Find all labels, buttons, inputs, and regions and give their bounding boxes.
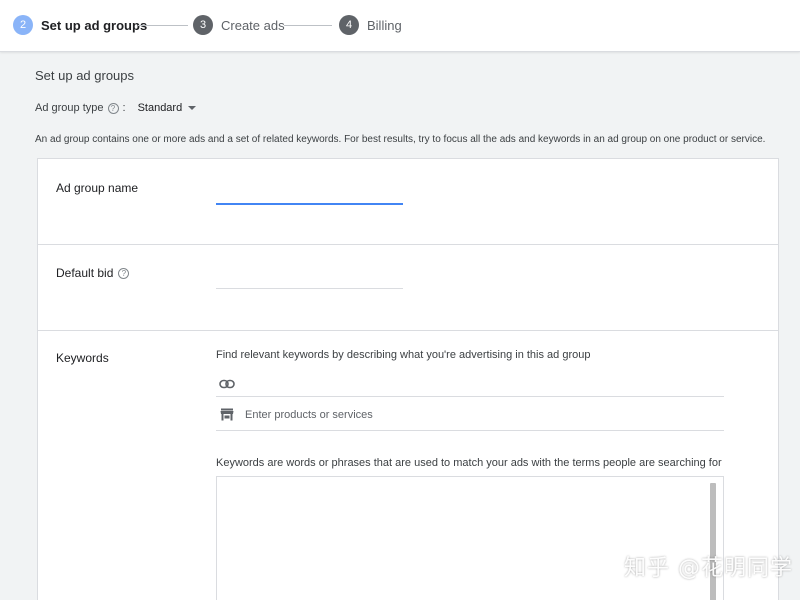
step-number: 4 xyxy=(339,15,359,35)
keywords-description: Keywords are words or phrases that are u… xyxy=(216,457,722,469)
ad-group-intro: An ad group contains one or more ads and… xyxy=(35,134,766,145)
page-title: Set up ad groups xyxy=(35,68,135,83)
textarea-scrollbar[interactable] xyxy=(710,483,716,600)
step-create-ads[interactable]: 3 Create ads xyxy=(193,15,285,35)
ad-group-card: Ad group name Default bid ? Keywords Fin… xyxy=(37,158,779,600)
ad-group-name-input[interactable] xyxy=(216,183,403,205)
default-bid-input[interactable] xyxy=(216,267,403,289)
store-icon xyxy=(219,407,235,423)
step-label: Create ads xyxy=(221,17,285,33)
ad-group-name-label: Ad group name xyxy=(56,181,139,195)
url-input-row xyxy=(216,371,724,397)
keywords-label: Keywords xyxy=(56,351,109,365)
ad-group-type-label: Ad group type xyxy=(35,102,104,114)
step-number: 2 xyxy=(13,15,33,35)
help-circle-icon[interactable]: ? xyxy=(118,267,130,279)
step-billing[interactable]: 4 Billing xyxy=(339,15,402,35)
keywords-find-text: Find relevant keywords by describing wha… xyxy=(216,349,591,361)
link-icon xyxy=(219,376,235,392)
step-connector xyxy=(138,25,188,26)
default-bid-section: Default bid ? xyxy=(38,245,778,331)
step-setup-ad-groups[interactable]: 2 Set up ad groups xyxy=(13,15,147,35)
step-connector xyxy=(284,25,332,26)
step-label: Billing xyxy=(367,17,402,33)
products-input[interactable] xyxy=(245,408,724,421)
ad-group-type-colon: : xyxy=(122,102,126,114)
products-input-row xyxy=(216,399,724,431)
ad-group-type-value: Standard xyxy=(137,102,183,114)
step-label: Set up ad groups xyxy=(41,17,148,33)
ad-group-type-row: Ad group type ? : Standard xyxy=(35,100,197,116)
ad-group-name-section: Ad group name xyxy=(38,159,778,245)
help-circle-icon[interactable]: ? xyxy=(107,102,119,114)
stepper-bar: 2 Set up ad groups 3 Create ads 4 Billin… xyxy=(0,0,800,52)
caret-down-icon xyxy=(188,106,197,110)
watermark: 知乎 @花明同学 xyxy=(624,556,793,581)
step-number: 3 xyxy=(193,15,213,35)
default-bid-label-row: Default bid ? xyxy=(56,266,130,280)
ad-group-type-dropdown[interactable]: Standard xyxy=(138,102,197,114)
default-bid-label: Default bid xyxy=(56,266,114,280)
url-input[interactable] xyxy=(245,377,724,390)
